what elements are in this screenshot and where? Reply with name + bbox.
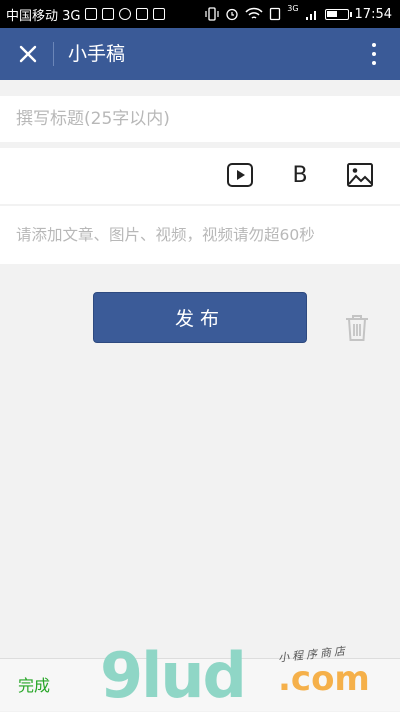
delete-button[interactable]	[341, 312, 373, 344]
wechat-notification-icon	[136, 8, 149, 20]
format-toolbar: B	[0, 148, 400, 204]
battery-level	[326, 10, 337, 17]
image-icon	[347, 163, 373, 187]
app-notification-icon	[153, 8, 166, 20]
image-notification-icon	[102, 8, 115, 20]
header-divider	[53, 42, 54, 66]
wifi-icon	[245, 7, 263, 19]
article-title-input[interactable]	[0, 96, 400, 142]
done-button[interactable]: 完成	[18, 659, 50, 712]
status-left: 中国移动 3G	[6, 0, 166, 28]
status-right: 3G 17:54	[205, 0, 392, 28]
bold-button[interactable]: B	[285, 160, 315, 190]
article-content-input[interactable]	[0, 206, 400, 264]
page-title: 小手稿	[68, 43, 126, 65]
vibrate-icon	[205, 7, 219, 21]
status-bar: 中国移动 3G 3G 17:54	[0, 0, 400, 28]
more-options-button[interactable]	[362, 40, 386, 68]
sim-card-icon	[270, 7, 281, 21]
publish-button[interactable]: 发布	[93, 292, 307, 343]
battery-icon	[324, 8, 352, 20]
trash-icon	[346, 315, 368, 341]
carrier-label: 中国移动 3G	[6, 8, 81, 24]
clock: 17:54	[354, 6, 392, 22]
close-icon	[19, 45, 37, 63]
network-type-badge: 3G	[287, 4, 299, 13]
more-dot	[372, 52, 376, 56]
more-dot	[372, 61, 376, 65]
more-dot	[372, 43, 376, 47]
video-play-icon	[227, 163, 253, 187]
sync-icon	[119, 8, 132, 20]
signal-icon	[305, 10, 316, 20]
app-header: 小手稿	[0, 28, 400, 80]
close-button[interactable]	[12, 38, 44, 70]
insert-video-button[interactable]	[225, 160, 255, 190]
sim-icon	[85, 8, 98, 20]
keyboard-accessory-bar: 完成	[0, 658, 400, 711]
insert-image-button[interactable]	[345, 160, 375, 190]
alarm-icon	[226, 8, 238, 21]
